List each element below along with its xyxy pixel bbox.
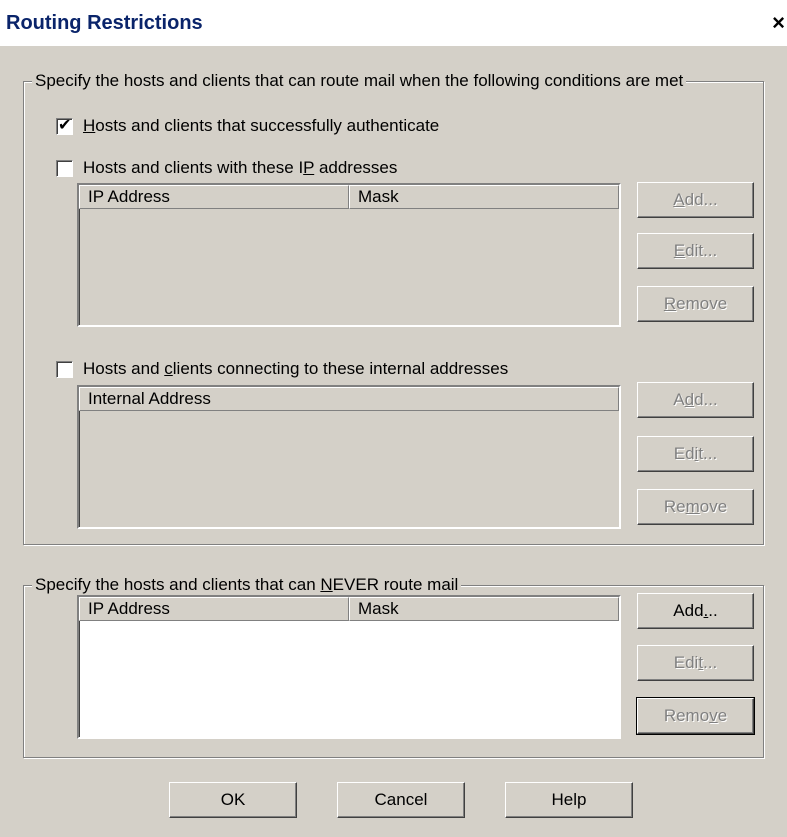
ok-button[interactable]: OK (169, 782, 297, 818)
ip-remove-button[interactable]: Remove (637, 286, 754, 322)
deny-group-title: Specify the hosts and clients that can N… (32, 575, 462, 595)
help-button[interactable]: Help (505, 782, 633, 818)
deny-remove-button[interactable]: Remo v e (636, 697, 755, 735)
column-ip-address[interactable]: IP Address (79, 597, 349, 621)
authenticate-checkbox-row[interactable]: Hosts and clients that successfully auth… (56, 115, 440, 136)
ip-address-list[interactable]: IP Address Mask (77, 183, 621, 327)
list-header: IP Address Mask (79, 597, 619, 621)
authenticate-checkbox-label: Hosts and clients that successfully auth… (83, 116, 440, 135)
ip-addresses-checkbox-label: Hosts and clients with these IP addresse… (83, 158, 398, 177)
list-header: IP Address Mask (79, 185, 619, 209)
close-icon[interactable]: × (772, 12, 785, 34)
column-ip-address[interactable]: IP Address (79, 185, 349, 209)
ip-addresses-checkbox-row[interactable]: Hosts and clients with these IP addresse… (56, 158, 397, 178)
authenticate-checkbox[interactable] (56, 115, 73, 135)
internal-addresses-checkbox[interactable] (56, 360, 73, 378)
internal-address-list[interactable]: Internal Address (77, 385, 621, 529)
internal-remove-button[interactable]: Re m ove (637, 489, 754, 525)
column-mask[interactable]: Mask (349, 597, 619, 621)
cancel-button[interactable]: Cancel (337, 782, 465, 818)
internal-add-button[interactable]: Ad d... (637, 382, 754, 418)
title-bar: Routing Restrictions × (0, 0, 787, 46)
deny-edit-button[interactable]: Edi t... (637, 645, 754, 681)
allow-group-title: Specify the hosts and clients that can r… (32, 71, 687, 91)
column-internal-address[interactable]: Internal Address (79, 387, 619, 411)
internal-addresses-checkbox-row[interactable]: Hosts and clients connecting to these in… (56, 359, 508, 379)
internal-addresses-checkbox-label: Hosts and clients connecting to these in… (83, 359, 509, 378)
window-title: Routing Restrictions (6, 12, 203, 34)
list-header: Internal Address (79, 387, 619, 411)
deny-add-button[interactable]: Add... (637, 593, 754, 629)
ip-edit-button[interactable]: Edit... (637, 233, 754, 269)
ip-addresses-checkbox[interactable] (56, 159, 73, 177)
ip-add-button[interactable]: Add... (637, 182, 754, 218)
internal-edit-button[interactable]: Ed i t... (637, 436, 754, 472)
column-mask[interactable]: Mask (349, 185, 619, 209)
deny-ip-list[interactable]: IP Address Mask (77, 595, 621, 739)
